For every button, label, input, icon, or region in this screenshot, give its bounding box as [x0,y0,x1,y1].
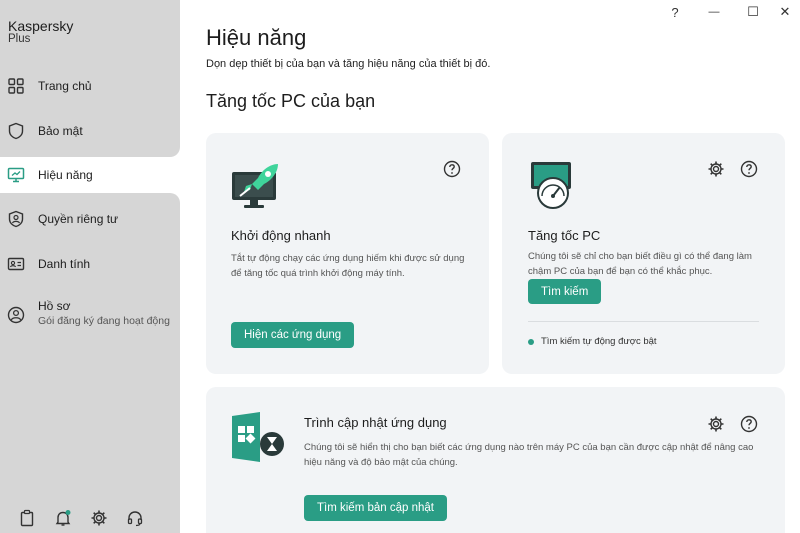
auto-search-status: Tìm kiếm tự động được bật [528,336,657,347]
card-fast-startup: Khởi động nhanh Tắt tự động chạy các ứng… [206,133,489,374]
card-description: Tắt tự động chạy các ứng dụng hiếm khi đ… [231,253,465,279]
shield-icon [8,122,24,140]
show-apps-button[interactable]: Hiện các ứng dụng [231,322,355,348]
sidebar-item-sublabel: Gói đăng ký đang hoạt động [38,315,170,327]
speedometer-monitor-icon [531,162,571,209]
sidebar-item-privacy[interactable]: Quyền riêng tư [0,202,180,236]
privacy-shield-icon [8,210,24,228]
status-text: Tìm kiếm tự động được bật [541,336,657,347]
card-title: Trình cập nhật ứng dụng [304,415,447,430]
card-speed-up-pc: Tăng tốc PC Chúng tôi sẽ chỉ cho bạn biế… [502,133,785,374]
card-description: Chúng tôi sẽ hiển thị cho bạn biết các ứ… [304,442,754,468]
app-update-icon [232,412,284,462]
close-button[interactable]: ✕ [775,3,795,21]
brand-name: Kaspersky [8,18,74,34]
sidebar: Kaspersky Plus Trang chủ Bảo mật Hiệu nă… [0,0,180,533]
search-button[interactable]: Tìm kiếm [528,279,602,304]
sidebar-footer [0,507,180,529]
section-title: Tăng tốc PC của bạn [206,91,376,111]
sidebar-item-label: Quyền riêng tư [38,212,119,226]
sidebar-item-label: Hồ sơ [38,299,71,313]
card-app-updater: Trình cập nhật ứng dụng Chúng tôi sẽ hiể… [206,387,785,533]
app-brand: Kaspersky Plus [8,19,73,46]
card-title: Tăng tốc PC [528,228,601,243]
sidebar-item-profile[interactable]: Hồ sơ Gói đăng ký đang hoạt động [0,298,180,332]
bell-icon[interactable] [54,509,72,527]
id-card-icon [7,257,25,271]
maximize-button[interactable]: ☐ [743,3,763,21]
help-icon[interactable] [443,160,461,178]
dashboard-icon [8,78,24,94]
search-updates-button[interactable]: Tìm kiếm bản cập nhật [304,495,447,521]
help-icon[interactable] [740,415,758,433]
sidebar-item-home[interactable]: Trang chủ [0,69,180,103]
profile-icon [7,306,25,324]
card-divider [528,321,759,322]
sidebar-item-security[interactable]: Bảo mật [0,114,180,148]
gear-icon[interactable] [90,509,108,527]
minimize-button[interactable]: — [704,3,724,21]
sidebar-item-identity[interactable]: Danh tính [0,247,180,281]
sidebar-item-performance[interactable]: Hiệu năng [0,158,180,192]
clipboard-icon[interactable] [18,509,36,527]
help-icon[interactable] [740,160,758,178]
card-description: Chúng tôi sẽ chỉ cho bạn biết điều gì có… [528,251,752,277]
status-dot [528,338,534,345]
sidebar-item-label: Hiệu năng [38,168,93,182]
gear-icon[interactable] [707,415,725,433]
page-subtitle: Dọn dẹp thiết bị của bạn và tăng hiệu nă… [206,58,491,70]
card-title: Khởi động nhanh [231,228,331,243]
page-title: Hiệu năng [206,25,307,50]
help-window-button[interactable]: ? [665,3,685,21]
sidebar-item-label: Trang chủ [38,79,92,93]
sidebar-item-label: Danh tính [38,257,91,271]
headset-icon[interactable] [126,509,144,527]
sidebar-item-label: Bảo mật [38,124,83,138]
gear-icon[interactable] [707,160,725,178]
sidebar-bottom-panel [0,193,180,533]
brand-edition: Plus [8,33,31,45]
monitor-icon [7,167,25,183]
rocket-monitor-icon [232,164,278,208]
